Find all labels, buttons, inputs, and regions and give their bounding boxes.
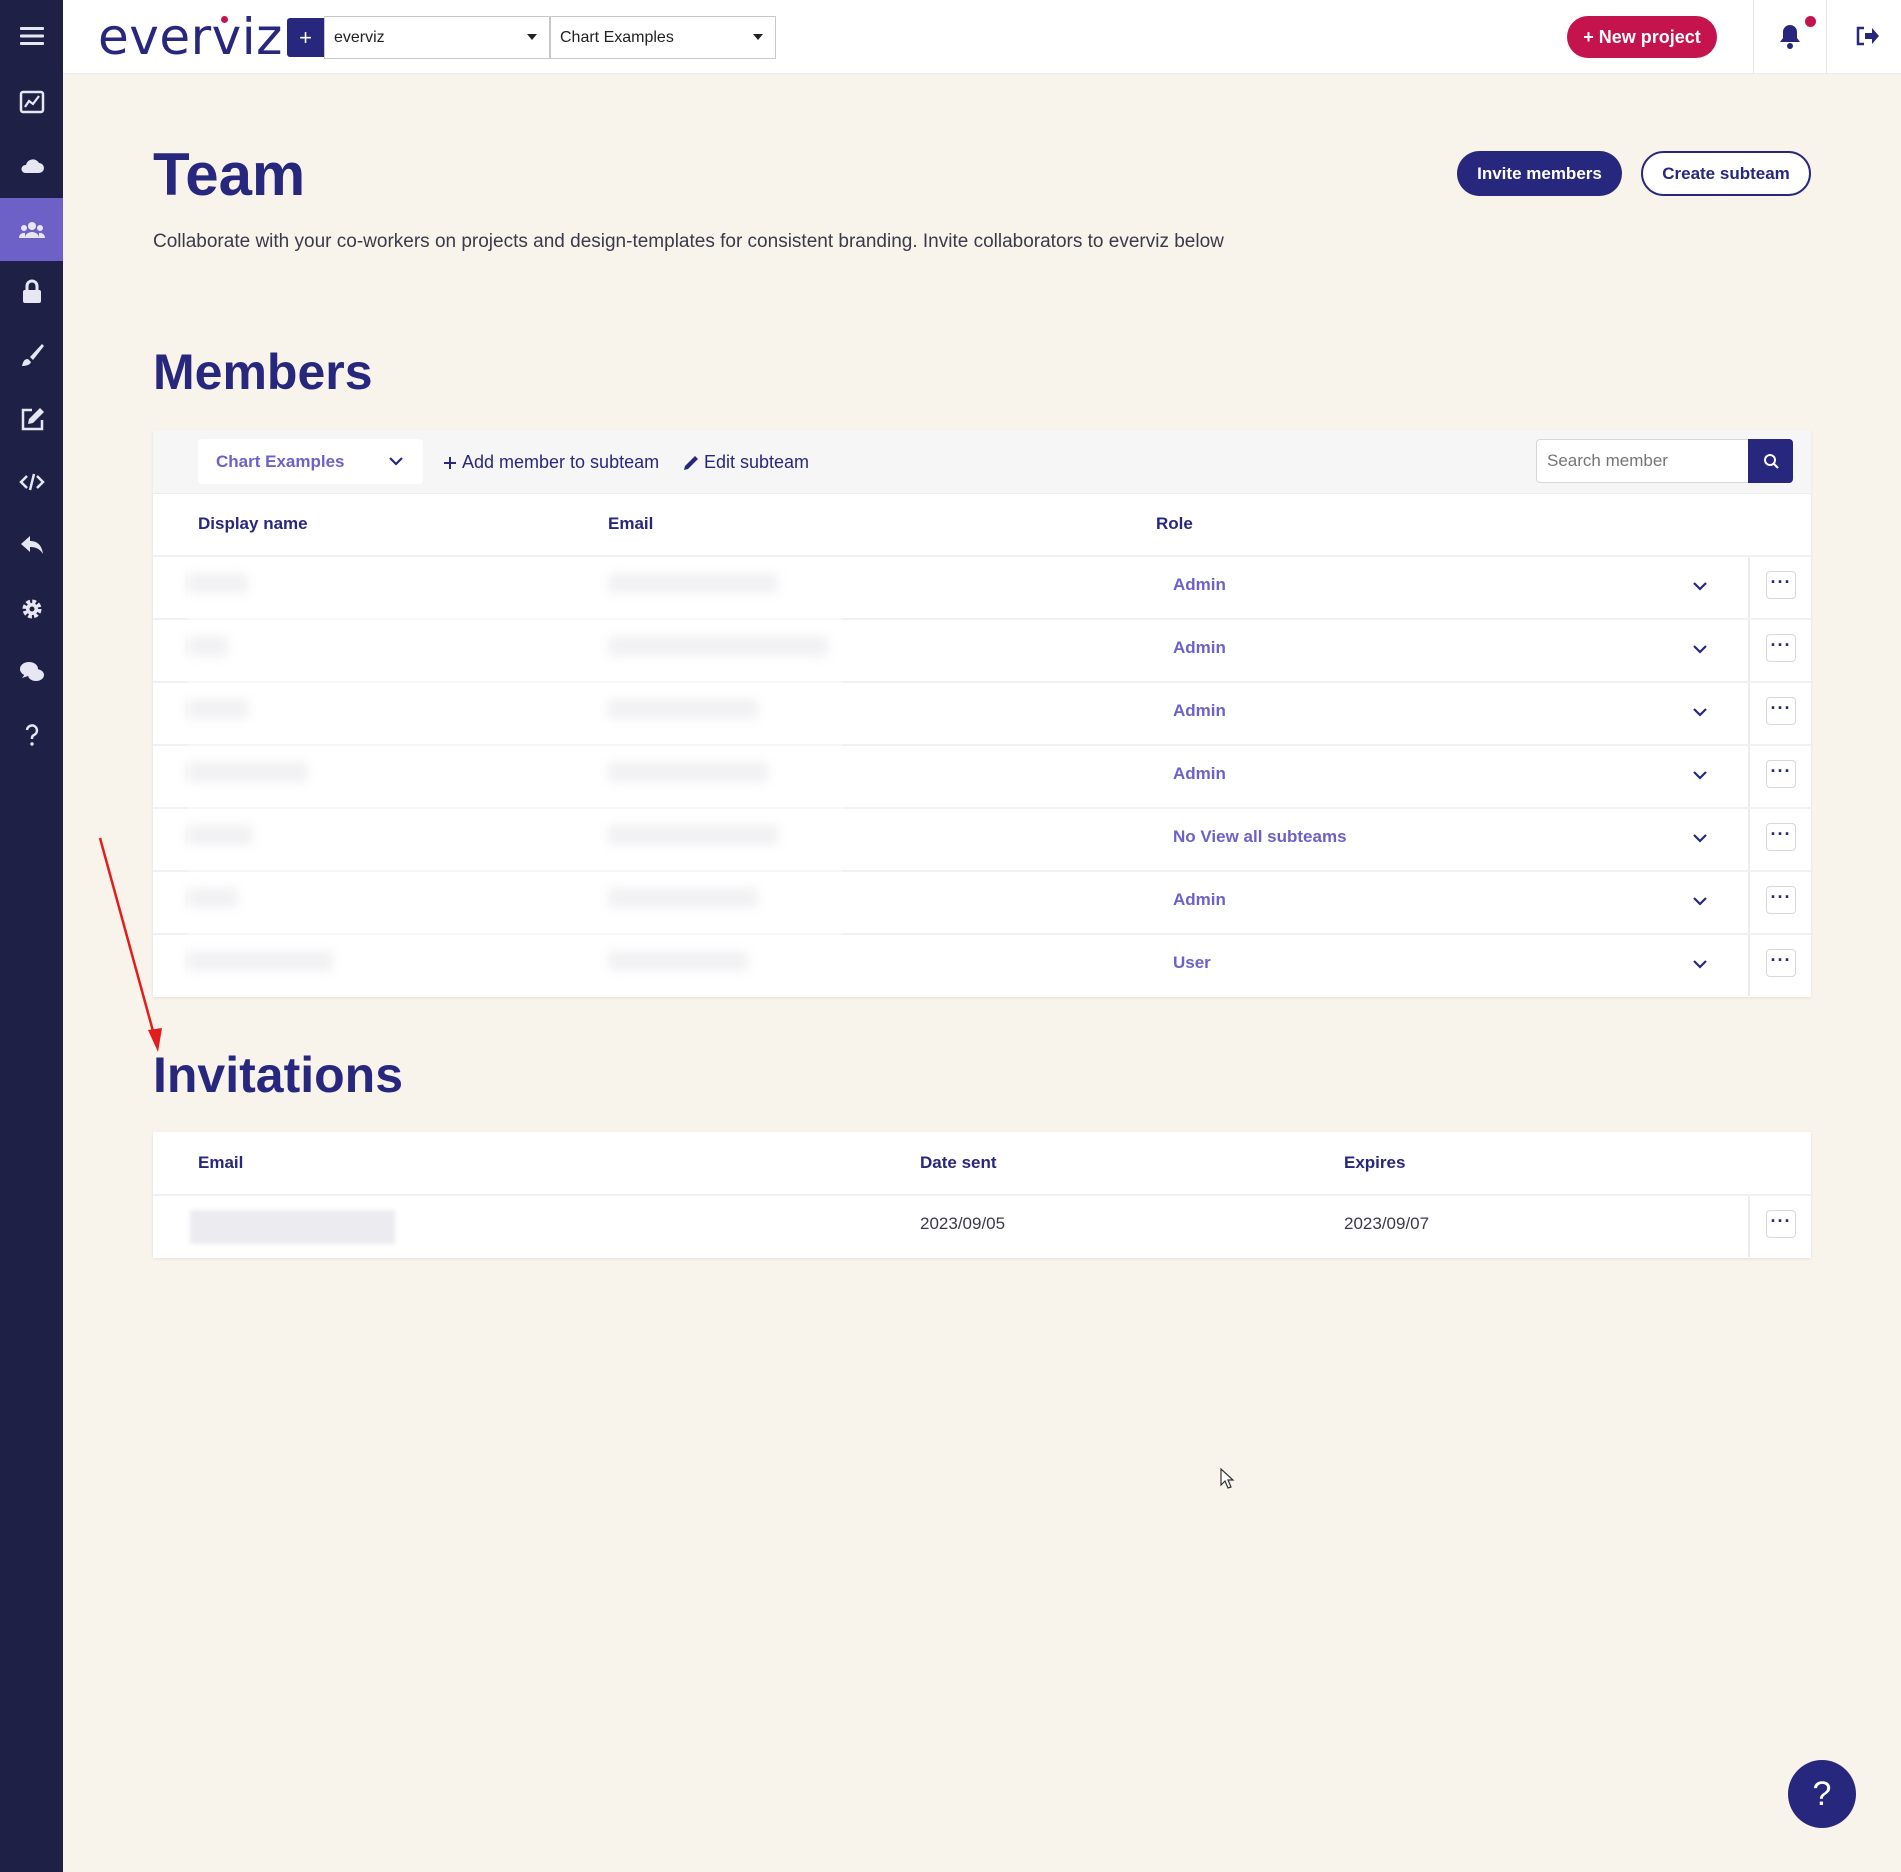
more-options-button[interactable]: ··· — [1766, 760, 1796, 788]
cloud-icon[interactable] — [0, 134, 63, 197]
role-dropdown[interactable]: Admin — [1173, 890, 1226, 910]
members-card: Chart Examples Add member to subteam Edi… — [153, 430, 1811, 997]
divider — [1748, 872, 1750, 933]
team-icon[interactable] — [0, 198, 63, 261]
chevron-down-icon[interactable] — [1691, 640, 1709, 658]
chevron-down-icon[interactable] — [1691, 829, 1709, 847]
role-dropdown[interactable]: User — [1173, 953, 1211, 973]
role-dropdown[interactable]: No View all subteams — [1173, 827, 1347, 847]
more-options-button[interactable]: ··· — [1766, 949, 1796, 977]
subteam-select[interactable]: Chart Examples — [198, 439, 423, 484]
code-icon[interactable] — [0, 450, 63, 513]
create-subteam-button[interactable]: Create subteam — [1641, 151, 1811, 196]
sidebar — [0, 0, 63, 1872]
divider — [1826, 0, 1827, 74]
reply-icon[interactable] — [0, 513, 63, 576]
email-redacted — [190, 1210, 395, 1244]
bell-icon[interactable] — [1777, 22, 1803, 50]
help-button[interactable]: ? — [1788, 1760, 1856, 1828]
role-dropdown[interactable]: Admin — [1173, 638, 1226, 658]
add-member-label: Add member to subteam — [462, 452, 660, 472]
edit-icon[interactable] — [0, 387, 63, 450]
table-row: 2023/09/05 2023/09/07 ··· — [153, 1194, 1811, 1257]
chat-icon[interactable] — [0, 640, 63, 703]
more-options-button[interactable]: ··· — [1766, 823, 1796, 851]
edit-subteam-label: Edit subteam — [704, 452, 810, 472]
project-select[interactable]: Chart Examples — [550, 16, 776, 59]
column-role[interactable]: Role — [1156, 514, 1193, 534]
search-button[interactable] — [1748, 439, 1793, 483]
expires-cell: 2023/09/07 — [1344, 1214, 1430, 1233]
divider — [1748, 1196, 1750, 1257]
more-options-button[interactable]: ··· — [1766, 634, 1796, 662]
invitations-title: Invitations — [153, 1047, 404, 1103]
column-display-name[interactable]: Display name — [198, 514, 308, 534]
page-title: Team — [153, 141, 306, 208]
role-dropdown[interactable]: Admin — [1173, 764, 1226, 784]
date-sent-cell: 2023/09/05 — [920, 1214, 1006, 1233]
divider — [1748, 683, 1750, 744]
divider — [1753, 0, 1754, 74]
more-options-button[interactable]: ··· — [1766, 571, 1796, 599]
logout-icon[interactable] — [1854, 22, 1880, 50]
more-options-button[interactable]: ··· — [1766, 1210, 1796, 1238]
divider — [1748, 809, 1750, 870]
chevron-down-icon[interactable] — [1691, 577, 1709, 595]
chevron-down-icon[interactable] — [1691, 955, 1709, 973]
more-options-button[interactable]: ··· — [1766, 886, 1796, 914]
everviz-logo[interactable]: everviz — [98, 8, 283, 66]
caret-down-icon — [753, 34, 763, 40]
edit-subteam-button[interactable]: Edit subteam — [682, 452, 809, 473]
team-select-value: everviz — [334, 28, 385, 46]
charts-icon[interactable] — [0, 70, 63, 133]
logo-dot — [221, 16, 228, 23]
search-icon — [1763, 454, 1779, 469]
chevron-down-icon[interactable] — [1691, 766, 1709, 784]
column-email[interactable]: Email — [198, 1153, 243, 1173]
chevron-down-icon — [389, 457, 403, 466]
notification-dot — [1805, 16, 1816, 27]
gear-icon[interactable] — [0, 577, 63, 640]
pencil-icon — [684, 455, 698, 470]
column-expires[interactable]: Expires — [1344, 1153, 1405, 1173]
column-date-sent[interactable]: Date sent — [920, 1153, 997, 1173]
annotation-arrow — [98, 837, 162, 1052]
divider — [1748, 620, 1750, 681]
members-toolbar: Chart Examples Add member to subteam Edi… — [153, 430, 1811, 494]
chevron-down-icon[interactable] — [1691, 703, 1709, 721]
new-project-button[interactable]: + New project — [1567, 16, 1717, 58]
lock-icon[interactable] — [0, 260, 63, 323]
role-dropdown[interactable]: Admin — [1173, 575, 1226, 595]
role-dropdown[interactable]: Admin — [1173, 701, 1226, 721]
column-email[interactable]: Email — [608, 514, 653, 534]
redaction-overlay — [188, 560, 842, 988]
subteam-select-value: Chart Examples — [216, 451, 345, 471]
menu-icon[interactable] — [0, 4, 63, 67]
cursor-icon — [1220, 1468, 1235, 1489]
help-icon[interactable] — [0, 703, 63, 766]
more-options-button[interactable]: ··· — [1766, 697, 1796, 725]
members-title: Members — [153, 344, 373, 400]
plus-icon — [444, 456, 456, 469]
page-description: Collaborate with your co-workers on proj… — [153, 231, 1224, 252]
divider — [1748, 935, 1750, 996]
top-bar: everviz + everviz Chart Examples + New p… — [63, 0, 1901, 74]
caret-down-icon — [527, 34, 537, 40]
search-member-input[interactable] — [1536, 439, 1758, 483]
chevron-down-icon[interactable] — [1691, 892, 1709, 910]
divider — [1748, 746, 1750, 807]
divider — [1748, 557, 1750, 618]
invitations-card: Email Date sent Expires 2023/09/05 2023/… — [153, 1132, 1811, 1258]
add-team-button[interactable]: + — [287, 18, 324, 57]
add-member-to-subteam-button[interactable]: Add member to subteam — [442, 452, 659, 473]
invite-members-button[interactable]: Invite members — [1457, 151, 1622, 196]
brush-icon[interactable] — [0, 323, 63, 386]
project-select-value: Chart Examples — [560, 28, 674, 46]
team-select[interactable]: everviz — [324, 16, 550, 59]
